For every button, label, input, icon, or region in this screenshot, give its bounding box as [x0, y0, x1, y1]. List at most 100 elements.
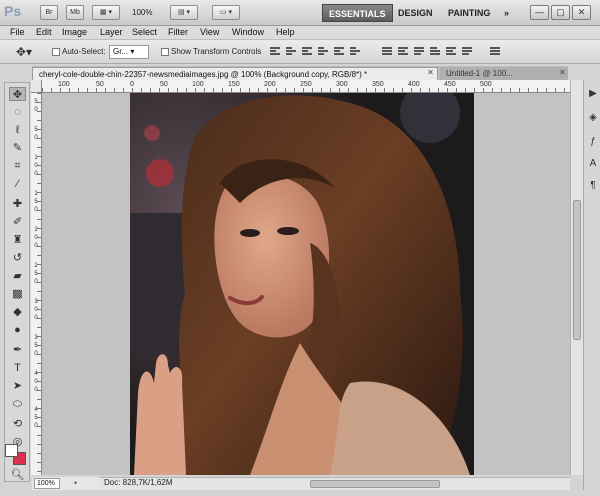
path-select-icon[interactable]: ➤ — [9, 379, 26, 393]
ruler-tick: 250 — [300, 81, 312, 88]
align-vcenter-icon[interactable] — [286, 46, 296, 57]
foreground-color-swatch[interactable] — [5, 444, 18, 457]
ruler-origin[interactable] — [31, 80, 42, 93]
zoom-level[interactable]: 100% — [132, 8, 152, 17]
play-icon[interactable]: ▶ — [587, 88, 599, 100]
distribute-top-icon[interactable] — [382, 46, 392, 57]
auto-select-dropdown[interactable]: Gr... ▾ — [109, 45, 149, 59]
distribute-left-icon[interactable] — [430, 46, 440, 57]
bridge-button[interactable]: Br — [40, 5, 58, 20]
document-tabs: cheryl-cole-double-chin-22357-newsmediai… — [32, 66, 568, 80]
view-extras-button[interactable]: ▦ ▾ — [92, 5, 120, 20]
align-bottom-icon[interactable] — [302, 46, 312, 57]
type-icon[interactable]: T — [9, 361, 26, 375]
tab-untitled-1[interactable]: Untitled-1 @ 100... — [440, 67, 568, 80]
3d-rotate-icon[interactable]: ⟲ — [9, 417, 26, 431]
status-info-icon[interactable]: ◔ — [72, 477, 77, 490]
workspace-design[interactable]: DESIGN — [392, 4, 439, 22]
menu-file[interactable]: File — [10, 27, 25, 37]
ruler-tick: 0 — [34, 351, 38, 357]
document-image[interactable] — [130, 93, 474, 475]
ruler-tick: 50 — [96, 81, 104, 88]
ruler-tick: 0 — [34, 379, 38, 385]
menu-edit[interactable]: Edit — [36, 27, 52, 37]
ruler-tick: 0 — [34, 279, 38, 285]
minimize-button[interactable]: — — [530, 5, 549, 20]
workspace-essentials[interactable]: ESSENTIALS — [322, 4, 393, 22]
marquee-icon[interactable]: ◌ — [9, 105, 26, 119]
workspace-more[interactable]: » — [498, 4, 515, 22]
close-tab-icon[interactable]: ✕ — [426, 68, 435, 77]
ruler-tick: 0 — [34, 171, 38, 177]
gradient-icon[interactable]: ▩ — [9, 287, 26, 301]
healing-icon[interactable]: ✚ — [9, 197, 26, 211]
align-left-icon[interactable] — [318, 46, 328, 57]
shape-icon[interactable]: ⬭ — [9, 397, 26, 411]
arrange-documents-button[interactable]: ▤ ▾ — [170, 5, 198, 20]
screen-mode-button[interactable]: ▭ ▾ — [212, 5, 240, 20]
ruler-tick: 100 — [58, 81, 70, 88]
character-icon[interactable]: A — [587, 158, 599, 170]
menu-image[interactable]: Image — [62, 27, 87, 37]
horizontal-scroll-thumb[interactable] — [310, 480, 440, 488]
ruler-tick: 5 — [34, 271, 38, 277]
align-hcenter-icon[interactable] — [334, 46, 344, 57]
align-top-icon[interactable] — [270, 46, 280, 57]
tab-cheryl-cole[interactable]: cheryl-cole-double-chin-22357-newsmediai… — [32, 67, 438, 80]
menu-layer[interactable]: Layer — [100, 27, 123, 37]
distribute-vcenter-icon[interactable] — [398, 46, 408, 57]
eyedropper-icon[interactable]: ⁄ — [9, 177, 26, 191]
menu-select[interactable]: Select — [132, 27, 157, 37]
quick-select-icon[interactable]: ✎ — [9, 141, 26, 155]
history-brush-icon[interactable]: ↺ — [9, 251, 26, 265]
options-bar: ✥▾ Auto-Select: Gr... ▾ Show Transform C… — [0, 40, 600, 64]
vertical-ruler: 5 0 5 0 1 0 0 1 5 0 2 0 0 2 5 0 3 0 0 3 … — [31, 93, 42, 475]
close-button[interactable]: ✕ — [572, 5, 591, 20]
auto-select-checkbox[interactable] — [52, 48, 60, 56]
mini-bridge-button[interactable]: Mb — [66, 5, 84, 20]
ruler-tick: 0 — [34, 423, 38, 429]
brush-icon[interactable]: ✐ — [9, 215, 26, 229]
vertical-scrollbar[interactable] — [570, 80, 583, 475]
pen-icon[interactable]: ✒ — [9, 343, 26, 357]
paragraph-icon[interactable]: ¶ — [587, 180, 599, 192]
ruler-tick: 3 — [34, 299, 38, 305]
blur-icon[interactable]: ◆ — [9, 305, 26, 319]
move-icon[interactable]: ✥ — [9, 87, 26, 101]
distribute-bottom-icon[interactable] — [414, 46, 424, 57]
ruler-tick: 150 — [228, 81, 240, 88]
distribute-right-icon[interactable] — [462, 46, 472, 57]
ruler-tick: 0 — [34, 207, 38, 213]
show-transform-checkbox[interactable] — [161, 48, 169, 56]
ruler-tick: 4 — [34, 371, 38, 377]
crop-icon[interactable]: ⌗ — [9, 159, 26, 173]
document-canvas[interactable] — [42, 93, 570, 475]
close-tab-icon[interactable]: ✕ — [558, 68, 567, 77]
status-bar: 100% ◔ — [32, 477, 100, 490]
ruler-tick: 5 — [34, 199, 38, 205]
menu-window[interactable]: Window — [232, 27, 264, 37]
restore-button[interactable]: ▢ — [551, 5, 570, 20]
workspace-painting[interactable]: PAINTING — [442, 4, 496, 22]
ruler-tick: 2 — [34, 227, 38, 233]
ruler-tick: 50 — [160, 81, 168, 88]
distribute-hcenter-icon[interactable] — [446, 46, 456, 57]
photoshop-logo: Ps — [4, 3, 22, 19]
eraser-icon[interactable]: ▰ — [9, 269, 26, 283]
dodge-icon[interactable]: ● — [9, 323, 26, 337]
align-right-icon[interactable] — [350, 46, 360, 57]
vertical-scroll-thumb[interactable] — [573, 200, 581, 340]
status-zoom-field[interactable]: 100% — [34, 478, 60, 489]
menu-filter[interactable]: Filter — [168, 27, 188, 37]
zoom-icon[interactable]: 🔍︎ — [9, 469, 26, 481]
menu-view[interactable]: View — [200, 27, 219, 37]
menu-help[interactable]: Help — [276, 27, 295, 37]
fx-icon[interactable]: ƒ — [587, 136, 599, 148]
clone-stamp-icon[interactable]: ♜ — [9, 233, 26, 247]
menu-bar: File Edit Image Layer Select Filter View… — [0, 26, 600, 40]
auto-align-icon[interactable] — [490, 46, 500, 57]
lasso-icon[interactable]: ℓ — [9, 123, 26, 137]
document-size-info[interactable]: Doc: 828,7K/1,62M — [104, 478, 172, 487]
move-tool-preset-icon[interactable]: ✥▾ — [16, 45, 32, 59]
layers-icon[interactable]: ◈ — [587, 112, 599, 124]
